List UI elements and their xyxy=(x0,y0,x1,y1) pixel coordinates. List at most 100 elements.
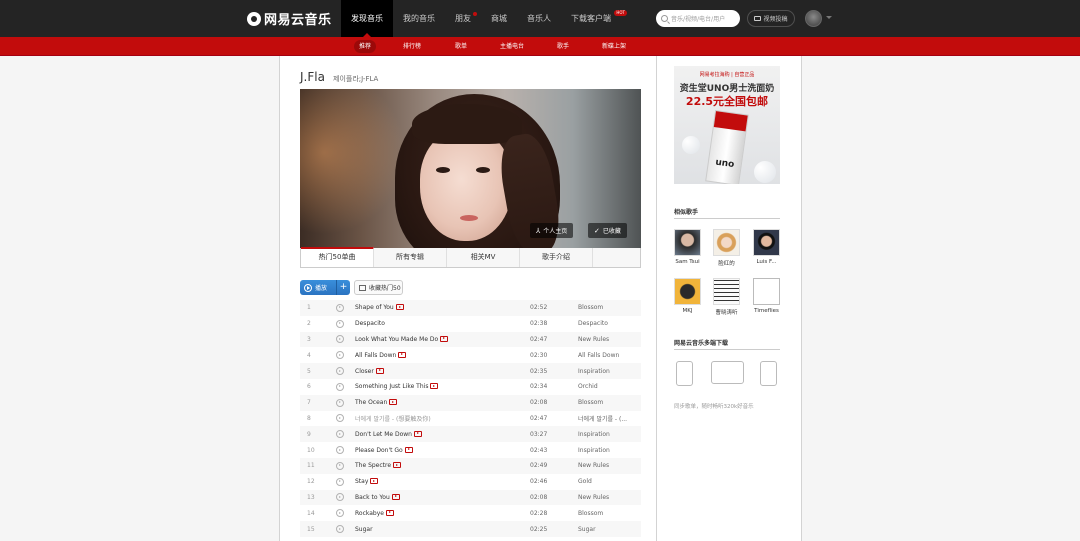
song-row[interactable]: 13 Back to You 02:08 New Rules xyxy=(300,489,641,506)
user-avatar[interactable] xyxy=(805,10,822,27)
song-row[interactable]: 11 The Spectre 02:49 New Rules xyxy=(300,457,641,474)
song-album[interactable]: 너에게 말기를 - (... xyxy=(578,414,627,423)
similar-artist[interactable]: Sam Tsui xyxy=(674,229,701,265)
song-row[interactable]: 5 Closer 02:35 Inspiration xyxy=(300,363,641,379)
play-all-button[interactable]: 播放 xyxy=(300,280,336,295)
mv-icon[interactable] xyxy=(391,493,400,500)
song-album[interactable]: Orchid xyxy=(578,383,598,390)
play-icon[interactable] xyxy=(336,509,344,518)
mv-icon[interactable] xyxy=(385,509,394,516)
song-row[interactable]: 9 Don't Let Me Down 03:27 Inspiration xyxy=(300,426,641,443)
song-title[interactable]: 너에게 말기를 - (想要触及你) xyxy=(355,414,431,423)
song-row[interactable]: 7 The Ocean 02:08 Blossom xyxy=(300,394,641,411)
song-album[interactable]: Inspiration xyxy=(578,447,610,454)
song-title[interactable]: Something Just Like This xyxy=(355,383,439,390)
song-title[interactable]: Sugar xyxy=(355,526,373,533)
song-album[interactable]: Sugar xyxy=(578,526,596,533)
mv-icon[interactable] xyxy=(393,462,402,469)
search-input[interactable]: 音乐/视频/电台/用户 xyxy=(656,10,740,27)
play-icon[interactable] xyxy=(336,430,344,439)
nav-download[interactable]: 下载客户端 HOT xyxy=(561,0,627,37)
subnav-artists[interactable]: 歌手 xyxy=(552,40,574,53)
play-icon[interactable] xyxy=(336,398,344,407)
song-album[interactable]: Blossom xyxy=(578,510,603,517)
similar-artist[interactable]: Timeflies xyxy=(753,278,780,314)
song-row[interactable]: 2 Despacito 02:38 Despacito xyxy=(300,316,641,332)
play-icon[interactable] xyxy=(336,461,344,470)
song-album[interactable]: Blossom xyxy=(578,304,603,311)
song-title[interactable]: Stay xyxy=(355,478,379,485)
play-icon[interactable] xyxy=(336,367,344,376)
song-title[interactable]: Please Don't Go xyxy=(355,446,413,454)
subnav-charts[interactable]: 排行榜 xyxy=(398,40,426,53)
subnav-radio[interactable]: 主播电台 xyxy=(495,40,529,53)
subnav-playlists[interactable]: 歌单 xyxy=(450,40,472,53)
mv-icon[interactable] xyxy=(375,367,384,374)
song-title[interactable]: The Ocean xyxy=(355,399,398,406)
tab-top50[interactable]: 热门50单曲 xyxy=(301,247,374,267)
subnav-recommend[interactable]: 推荐 xyxy=(354,40,377,53)
chevron-down-icon[interactable] xyxy=(826,16,832,22)
similar-artist[interactable]: 曹晓涛听 xyxy=(713,278,740,316)
song-album[interactable]: Inspiration xyxy=(578,368,610,375)
song-album[interactable]: All Falls Down xyxy=(578,352,619,359)
song-title[interactable]: Closer xyxy=(355,367,384,375)
song-title[interactable]: Back to You xyxy=(355,493,400,501)
song-album[interactable]: Blossom xyxy=(578,399,603,406)
song-row[interactable]: 14 Rockabye 02:28 Blossom xyxy=(300,505,641,521)
play-icon[interactable] xyxy=(336,477,344,486)
mv-icon[interactable] xyxy=(398,351,407,358)
nav-discover[interactable]: 发现音乐 xyxy=(341,0,393,37)
tab-albums[interactable]: 所有专辑 xyxy=(374,248,447,267)
song-album[interactable]: Inspiration xyxy=(578,431,610,438)
song-title[interactable]: Shape of You xyxy=(355,304,404,311)
mv-icon[interactable] xyxy=(413,430,422,437)
mv-icon[interactable] xyxy=(440,335,449,342)
song-title[interactable]: Don't Let Me Down xyxy=(355,430,422,438)
nav-musician[interactable]: 音乐人 xyxy=(517,0,561,37)
song-row[interactable]: 1 Shape of You 02:52 Blossom xyxy=(300,300,641,316)
play-icon[interactable] xyxy=(336,414,344,423)
similar-artist[interactable]: Luis F... xyxy=(753,229,780,265)
collect-top50-button[interactable]: 收藏热门50 xyxy=(354,280,403,295)
subnav-new-albums[interactable]: 新碟上架 xyxy=(597,40,631,53)
song-album[interactable]: New Rules xyxy=(578,462,609,469)
followed-button[interactable]: ✓ 已收藏 xyxy=(588,223,627,238)
song-title[interactable]: Despacito xyxy=(355,320,385,327)
add-to-queue-button[interactable]: + xyxy=(336,280,350,295)
play-icon[interactable] xyxy=(336,303,344,312)
nav-store[interactable]: 商城 xyxy=(481,0,517,37)
song-album[interactable]: New Rules xyxy=(578,494,609,501)
mv-icon[interactable] xyxy=(389,399,398,406)
song-album[interactable]: Despacito xyxy=(578,320,608,327)
song-row[interactable]: 15 Sugar 02:25 Sugar xyxy=(300,521,641,537)
tab-mv[interactable]: 相关MV xyxy=(447,248,520,267)
song-album[interactable]: New Rules xyxy=(578,336,609,343)
song-row[interactable]: 12 Stay 02:46 Gold xyxy=(300,474,641,490)
windows-icon[interactable] xyxy=(711,361,744,384)
tab-intro[interactable]: 歌手介绍 xyxy=(520,248,593,267)
logo[interactable]: 网易云音乐 xyxy=(247,10,332,28)
artist-home-button[interactable]: ⅄ 个人主页 xyxy=(530,223,574,238)
song-title[interactable]: Look What You Made Me Do xyxy=(355,335,449,343)
nav-my-music[interactable]: 我的音乐 xyxy=(393,0,445,37)
mv-icon[interactable] xyxy=(370,478,379,485)
play-icon[interactable] xyxy=(336,382,344,391)
android-icon[interactable] xyxy=(760,361,777,386)
song-row[interactable]: 4 All Falls Down 02:30 All Falls Down xyxy=(300,347,641,363)
play-icon[interactable] xyxy=(336,525,344,534)
nav-friends[interactable]: 朋友 xyxy=(445,0,481,37)
play-icon[interactable] xyxy=(336,446,344,455)
song-row[interactable]: 6 Something Just Like This 02:34 Orchid xyxy=(300,379,641,395)
song-album[interactable]: Gold xyxy=(578,478,592,485)
play-icon[interactable] xyxy=(336,319,344,328)
play-icon[interactable] xyxy=(336,335,344,344)
advertisement[interactable]: 网易考拉海购 | 自营正品 资生堂UNO男士洗面奶 22.5元全国包邮 uno xyxy=(674,66,780,184)
song-title[interactable]: Rockabye xyxy=(355,509,394,517)
song-title[interactable]: All Falls Down xyxy=(355,351,407,359)
apple-icon[interactable] xyxy=(676,361,693,386)
similar-artist[interactable]: MKJ xyxy=(674,278,701,314)
song-row[interactable]: 10 Please Don't Go 02:43 Inspiration xyxy=(300,442,641,458)
similar-artist[interactable]: 脸红的 xyxy=(713,229,740,267)
mv-icon[interactable] xyxy=(404,446,413,453)
